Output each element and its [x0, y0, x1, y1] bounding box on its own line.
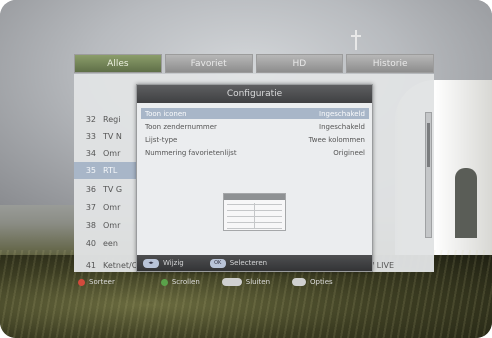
- background-chapel-door: [455, 168, 477, 238]
- option-nummering-favorietenlijst[interactable]: Nummering favorietenlijst Origineel: [141, 147, 369, 158]
- footer-scrollen[interactable]: Scrollen: [160, 278, 200, 286]
- footer-label: Sorteer: [89, 278, 115, 286]
- option-value: Origineel: [333, 148, 365, 157]
- channel-row[interactable]: 38 Omr: [74, 217, 144, 234]
- channel-name: Omr: [103, 149, 121, 158]
- footer-label: Scrollen: [171, 278, 200, 286]
- channel-name: Omr: [103, 221, 121, 230]
- channel-list-scrollbar[interactable]: [425, 112, 432, 238]
- option-label: Toon zendernummer: [145, 122, 217, 131]
- green-key-icon: [160, 278, 168, 286]
- footer-label: Wijzig: [163, 259, 184, 267]
- option-toon-zendernummer[interactable]: Toon zendernummer Ingeschakeld: [141, 121, 369, 132]
- background-cross-icon: [350, 30, 362, 50]
- option-value: Ingeschakeld: [319, 109, 365, 118]
- channel-name: Omr: [103, 203, 121, 212]
- option-label: Nummering favorietenlijst: [145, 148, 237, 157]
- footer-wijzig[interactable]: ◂▸ Wijzig: [143, 258, 184, 268]
- channel-row[interactable]: 32 Regi: [74, 111, 144, 128]
- channel-name: een: [103, 239, 118, 248]
- option-value: Twee kolommen: [308, 135, 365, 144]
- option-label: Toon iconen: [145, 109, 187, 118]
- scrollbar-thumb[interactable]: [427, 123, 430, 167]
- tab-historie[interactable]: Historie: [346, 54, 434, 73]
- channel-number: 37: [85, 203, 96, 212]
- channel-row[interactable]: 40 een: [74, 235, 144, 252]
- channel-row[interactable]: 36 TV G: [74, 181, 144, 198]
- footer-opties[interactable]: Opties: [292, 278, 333, 286]
- footer-label: Sluiten: [245, 278, 271, 286]
- channel-number: 34: [85, 149, 96, 158]
- channel-name: Regi: [103, 115, 121, 124]
- channel-number: 38: [85, 221, 96, 230]
- configuration-dialog: Configuratie Toon iconen Ingeschakeld To…: [136, 84, 373, 272]
- back-key-icon: [292, 278, 307, 286]
- footer-sluiten[interactable]: Sluiten: [221, 278, 271, 286]
- option-lijst-type[interactable]: Lijst-type Twee kolommen: [141, 134, 369, 145]
- channel-name: RTL: [103, 166, 118, 175]
- tab-hd[interactable]: HD: [255, 54, 344, 73]
- menu-key-icon: [221, 278, 242, 286]
- dialog-title: Configuratie: [137, 85, 372, 103]
- channel-row[interactable]: 37 Omr: [74, 199, 144, 216]
- channel-number: 32: [85, 115, 96, 124]
- channel-name: TV G: [103, 185, 123, 194]
- list-layout-preview-icon: [223, 193, 286, 231]
- left-right-key-icon: ◂▸: [143, 258, 159, 268]
- channel-row-selected[interactable]: 35 RTL: [74, 162, 144, 179]
- tv-screen: Alles Favoriet HD Historie 32 Regi 33 TV…: [0, 0, 492, 338]
- channel-name: TV N: [103, 132, 122, 141]
- footer-sorteer[interactable]: Sorteer: [78, 278, 115, 286]
- dialog-footer: ◂▸ Wijzig OK Selecteren: [137, 255, 372, 271]
- channel-number: 41: [85, 260, 96, 270]
- red-key-icon: [78, 278, 85, 286]
- option-value: Ingeschakeld: [319, 122, 365, 131]
- channel-number: 40: [85, 239, 96, 248]
- tab-favoriet[interactable]: Favoriet: [164, 54, 253, 73]
- channel-number: 33: [85, 132, 96, 141]
- channel-list-tabs: Alles Favoriet HD Historie: [74, 54, 434, 73]
- ok-key-icon: OK: [209, 258, 226, 268]
- bottom-help-bar: Sorteer Scrollen Sluiten Opties: [78, 275, 432, 289]
- channel-row[interactable]: 33 TV N: [74, 128, 144, 145]
- footer-label: Opties: [310, 278, 333, 286]
- option-label: Lijst-type: [145, 135, 178, 144]
- channel-row[interactable]: 34 Omr: [74, 145, 144, 162]
- option-toon-iconen[interactable]: Toon iconen Ingeschakeld: [141, 108, 369, 119]
- footer-label: Selecteren: [229, 259, 268, 267]
- footer-selecteren[interactable]: OK Selecteren: [209, 258, 268, 268]
- tab-alles[interactable]: Alles: [74, 54, 162, 73]
- channel-number: 36: [85, 185, 96, 194]
- channel-number: 35: [85, 166, 96, 175]
